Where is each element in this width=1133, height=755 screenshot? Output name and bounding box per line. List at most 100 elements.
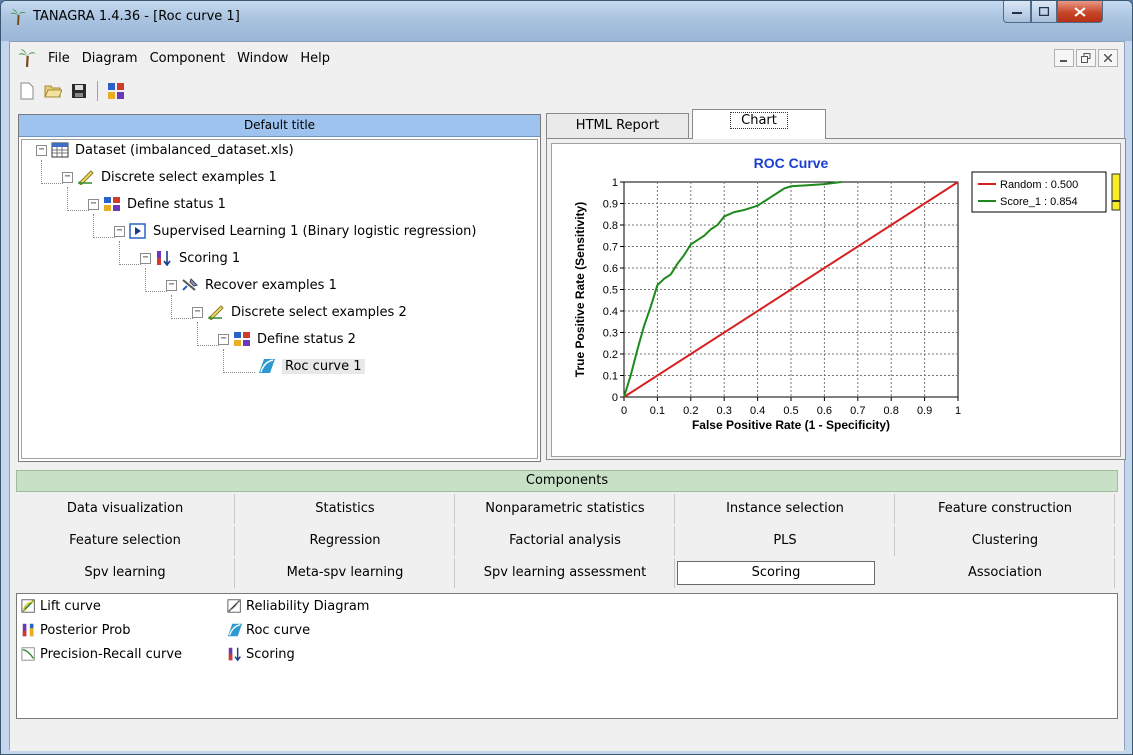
collapse-icon[interactable]: − (114, 225, 125, 237)
mdi-minimize-button[interactable] (1054, 49, 1074, 67)
mdi-restore-button[interactable] (1076, 49, 1096, 67)
comp-tab-regression[interactable]: Regression (236, 526, 455, 556)
tab-html-report[interactable]: HTML Report (546, 113, 689, 138)
collapse-icon[interactable]: − (166, 279, 177, 291)
tree-node-label: Discrete select examples 1 (101, 169, 277, 185)
component-precision-recall-curve[interactable]: Precision-Recall curve (21, 643, 182, 665)
comp-tab-data-visualization[interactable]: Data visualization (16, 494, 235, 524)
components-row: Data visualization Statistics Nonparamet… (16, 494, 1118, 524)
maximize-button[interactable] (1031, 1, 1057, 23)
minimize-icon (1060, 60, 1067, 62)
component-grid-icon (108, 83, 124, 99)
tree-node-define-status-2[interactable]: − Define status 2 (218, 328, 356, 350)
comp-tab-pls[interactable]: PLS (676, 526, 895, 556)
diagram-tree: − Dataset (imbalanced_dataset.xls) − Dis… (21, 139, 538, 459)
tree-node-scoring-1[interactable]: − Scoring 1 (140, 247, 240, 269)
comp-tab-clustering[interactable]: Clustering (896, 526, 1115, 556)
diagram-panel: Default title − Dataset (imbalanced_data… (18, 114, 541, 462)
open-button[interactable] (42, 80, 64, 102)
menu-diagram[interactable]: Diagram (76, 51, 144, 66)
tree-node-label: Recover examples 1 (205, 277, 337, 293)
tree-connector (67, 187, 68, 211)
component-label: Reliability Diagram (246, 598, 370, 614)
tree-connector (41, 183, 63, 184)
x-tick-label: 0 (621, 405, 627, 417)
menu-component[interactable]: Component (144, 51, 231, 66)
component-label: Scoring (246, 646, 295, 662)
application-window: TANAGRA 1.4.36 - [Roc curve 1] File Diag… (0, 0, 1133, 755)
mdi-close-button[interactable] (1098, 49, 1118, 67)
define-status-icon (234, 332, 250, 346)
tab-chart[interactable]: Chart (692, 109, 826, 139)
tree-connector (223, 349, 224, 373)
collapse-icon[interactable]: − (62, 171, 73, 183)
table-icon (51, 142, 69, 158)
component-scoring[interactable]: Scoring (227, 643, 295, 665)
roc-curve-icon (259, 359, 275, 373)
component-label: Lift curve (40, 598, 101, 614)
precision-recall-icon (21, 647, 35, 661)
comp-tab-spv-learning-assessment[interactable]: Spv learning assessment (456, 558, 675, 588)
comp-tab-nonparametric-statistics[interactable]: Nonparametric statistics (456, 494, 675, 524)
comp-tab-meta-spv-learning[interactable]: Meta-spv learning (236, 558, 455, 588)
comp-tab-spv-learning[interactable]: Spv learning (16, 558, 235, 588)
tree-connector (145, 291, 167, 292)
comp-tab-feature-construction[interactable]: Feature construction (896, 494, 1115, 524)
tree-node-roc-curve-1[interactable]: Roc curve 1 (258, 355, 365, 377)
tree-node-define-status-1[interactable]: − Define status 1 (88, 193, 226, 215)
component-lift-curve[interactable]: Lift curve (21, 595, 101, 617)
comp-tab-statistics[interactable]: Statistics (236, 494, 455, 524)
play-learning-icon (129, 223, 146, 239)
comp-tab-instance-selection[interactable]: Instance selection (676, 494, 895, 524)
y-tick-label: 0.7 (603, 242, 618, 254)
recover-icon (182, 278, 198, 291)
comp-tab-feature-selection[interactable]: Feature selection (16, 526, 235, 556)
menu-help[interactable]: Help (294, 51, 336, 66)
tree-node-dataset[interactable]: − Dataset (imbalanced_dataset.xls) (36, 140, 294, 161)
collapse-icon[interactable]: − (218, 333, 229, 345)
save-button[interactable] (68, 80, 90, 102)
tree-connector (93, 214, 94, 238)
tree-node-supervised-learning-1[interactable]: − Supervised Learning 1 (Binary logistic… (114, 220, 476, 242)
menu-file[interactable]: File (42, 51, 76, 66)
components-row: Feature selection Regression Factorial a… (16, 526, 1118, 556)
scoring-icon (157, 251, 171, 266)
collapse-icon[interactable]: − (140, 252, 151, 264)
x-tick-label: 0.7 (850, 405, 865, 417)
y-tick-label: 0.9 (603, 199, 618, 211)
collapse-icon[interactable]: − (36, 144, 47, 156)
new-button[interactable] (16, 80, 38, 102)
x-tick-label: 0.3 (717, 405, 732, 417)
menu-window[interactable]: Window (231, 51, 294, 66)
comp-tab-association[interactable]: Association (896, 558, 1115, 588)
new-document-icon (20, 82, 34, 100)
tree-node-discrete-select-2[interactable]: − Discrete select examples 2 (192, 301, 407, 323)
x-axis-label: False Positive Rate (1 - Specificity) (692, 418, 890, 432)
tree-connector (171, 318, 193, 319)
y-tick-label: 0.3 (603, 328, 618, 340)
component-roc-curve[interactable]: Roc curve (227, 619, 310, 641)
component-button[interactable] (105, 80, 127, 102)
y-tick-label: 0 (612, 392, 618, 404)
diagram-title[interactable]: Default title (19, 115, 540, 137)
comp-tab-scoring[interactable]: Scoring (677, 561, 875, 585)
warning-icon-mark (1112, 200, 1120, 202)
title-bar[interactable]: TANAGRA 1.4.36 - [Roc curve 1] (1, 1, 1132, 41)
tree-node-recover-examples-1[interactable]: − Recover examples 1 (166, 274, 337, 296)
component-reliability-diagram[interactable]: Reliability Diagram (227, 595, 369, 617)
component-label: Precision-Recall curve (40, 646, 183, 662)
component-posterior-prob[interactable]: Posterior Prob (21, 619, 130, 641)
collapse-icon[interactable]: − (192, 306, 203, 318)
comp-tab-factorial-analysis[interactable]: Factorial analysis (456, 526, 675, 556)
tree-node-label: Dataset (imbalanced_dataset.xls) (75, 142, 294, 158)
define-status-icon (104, 197, 120, 211)
components-title: Components (16, 470, 1118, 492)
y-axis-label: True Positive Rate (Sensitivity) (573, 202, 587, 377)
components-panel: Components Data visualization Statistics… (10, 470, 1124, 751)
minimize-button[interactable] (1003, 1, 1031, 23)
tree-node-label: Roc curve 1 (282, 358, 365, 374)
collapse-icon[interactable]: − (88, 198, 99, 210)
tree-node-discrete-select-1[interactable]: − Discrete select examples 1 (62, 166, 277, 188)
close-button[interactable] (1057, 1, 1103, 23)
tree-node-label: Discrete select examples 2 (231, 304, 407, 320)
